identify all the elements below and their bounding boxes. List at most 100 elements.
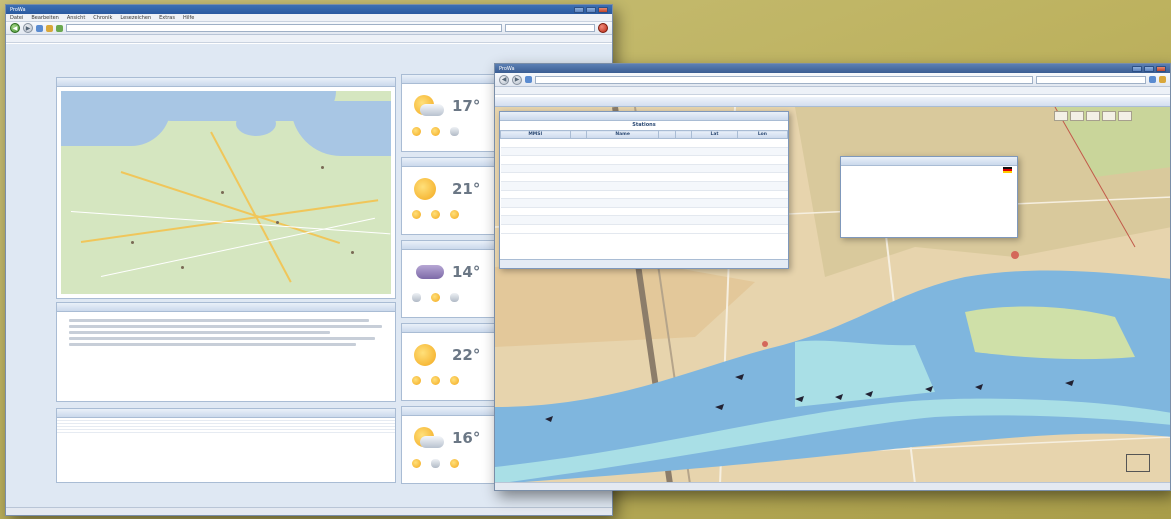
- cloud-icon: [412, 293, 421, 302]
- column-header[interactable]: [674, 130, 693, 139]
- maximize-button[interactable]: [1144, 65, 1154, 72]
- menu-help[interactable]: Hilfe: [183, 15, 194, 21]
- vessel-cell: [675, 172, 692, 182]
- back-icon[interactable]: ◀: [10, 23, 20, 33]
- close-button[interactable]: [1156, 65, 1166, 72]
- vessel-row[interactable]: [500, 181, 788, 191]
- zoom-out-button[interactable]: [1070, 111, 1084, 121]
- home-icon[interactable]: [46, 24, 53, 32]
- vessel-cell: [737, 224, 788, 234]
- city-marker: [351, 251, 354, 254]
- column-header[interactable]: Lat: [691, 130, 738, 139]
- rain-icon: [414, 261, 444, 285]
- links-bar: [6, 35, 612, 43]
- vessel-row[interactable]: [500, 147, 788, 157]
- vessel-list-window[interactable]: Stations MMSI Name Lat Lon: [499, 111, 789, 269]
- maximize-button[interactable]: [586, 6, 596, 13]
- reload-icon[interactable]: [36, 24, 43, 32]
- column-header[interactable]: Lon: [736, 130, 788, 139]
- vessel-cell: [570, 164, 587, 174]
- sun-icon: [431, 293, 440, 302]
- sun-icon: [412, 127, 421, 136]
- bookmark-icon[interactable]: [56, 24, 63, 32]
- sun-icon: [450, 459, 459, 468]
- column-header[interactable]: MMSI: [500, 130, 571, 139]
- weather-card[interactable]: 14°: [401, 240, 499, 318]
- vessel-cell: [737, 138, 788, 148]
- vessel-row[interactable]: [500, 198, 788, 208]
- cloud-icon: [450, 127, 459, 136]
- weather-card-title: [402, 407, 498, 416]
- vessel-cell: [570, 224, 587, 234]
- menu-history[interactable]: Chronik: [93, 15, 112, 21]
- close-button[interactable]: [598, 6, 608, 13]
- region-map[interactable]: [61, 91, 391, 294]
- vessel-cell: [586, 164, 659, 174]
- weather-card[interactable]: 16°: [401, 406, 499, 484]
- menu-edit[interactable]: Bearbeiten: [31, 15, 58, 21]
- vessel-cell: [691, 138, 738, 148]
- news-panel: [56, 302, 396, 402]
- news-panel-title: [57, 303, 395, 312]
- settings-icon[interactable]: [1159, 76, 1166, 83]
- vessel-row[interactable]: [500, 224, 788, 234]
- forward-icon[interactable]: ▶: [512, 74, 522, 85]
- vessel-row[interactable]: [500, 172, 788, 182]
- weather-card[interactable]: 17°: [401, 74, 499, 152]
- vessel-cell: [691, 207, 738, 217]
- weather-card-title: [402, 75, 498, 84]
- vessel-row[interactable]: [500, 207, 788, 217]
- search-input[interactable]: [505, 24, 595, 32]
- minimize-button[interactable]: [574, 6, 584, 13]
- address-bar[interactable]: [66, 24, 502, 32]
- navigation-bar: ◀ ▶: [6, 22, 612, 35]
- layers-button[interactable]: [1118, 111, 1132, 121]
- sea-area: [291, 101, 391, 156]
- table-row[interactable]: [57, 430, 395, 433]
- vessel-cell: [500, 147, 571, 157]
- nautical-map[interactable]: Stations MMSI Name Lat Lon: [495, 107, 1170, 482]
- address-bar[interactable]: [535, 75, 1033, 84]
- pan-button[interactable]: [1086, 111, 1100, 121]
- weather-card[interactable]: 21°: [401, 157, 499, 235]
- back-icon[interactable]: ◀: [499, 74, 509, 85]
- forward-icon[interactable]: ▶: [23, 23, 33, 33]
- news-text-line: [69, 325, 382, 328]
- map-tool-buttons: [1054, 111, 1132, 121]
- reload-icon[interactable]: [525, 76, 532, 83]
- vessel-row[interactable]: [500, 215, 788, 225]
- vessel-row[interactable]: [500, 155, 788, 165]
- vessel-list-titlebar[interactable]: [500, 112, 788, 121]
- vessel-cell: [570, 181, 587, 191]
- stop-icon[interactable]: [598, 23, 608, 33]
- column-header[interactable]: Name: [585, 130, 660, 139]
- road: [100, 217, 375, 277]
- menu-bookmarks[interactable]: Lesezeichen: [120, 15, 151, 21]
- weather-forecast-column: 17° 21° 14° 22° 16°: [401, 74, 499, 489]
- menu-view[interactable]: Ansicht: [67, 15, 85, 21]
- menu-tools[interactable]: Extras: [159, 15, 175, 21]
- forecast-icons: [412, 376, 459, 385]
- city-marker: [131, 241, 134, 244]
- vessel-detail-title[interactable]: [841, 157, 1017, 166]
- search-input[interactable]: [1036, 75, 1146, 84]
- status-bar: [6, 507, 612, 515]
- menu-file[interactable]: Datei: [10, 15, 23, 21]
- zoom-in-button[interactable]: [1054, 111, 1068, 121]
- vessel-row[interactable]: [500, 164, 788, 174]
- vessel-row[interactable]: [500, 138, 788, 148]
- temperature: 16°: [452, 429, 481, 447]
- home-icon[interactable]: [1149, 76, 1156, 83]
- app-toolbar: [495, 97, 1170, 107]
- column-header[interactable]: [569, 130, 587, 139]
- vessel-cell: [586, 172, 659, 182]
- sun-icon: [431, 376, 440, 385]
- map-panel-title: [57, 78, 395, 87]
- vessel-row[interactable]: [500, 190, 788, 200]
- column-header[interactable]: [658, 130, 676, 139]
- measure-button[interactable]: [1102, 111, 1116, 121]
- weather-card[interactable]: 22°: [401, 323, 499, 401]
- minimize-button[interactable]: [1132, 65, 1142, 72]
- vessel-detail-popup[interactable]: [840, 156, 1018, 238]
- vessel-cell: [675, 207, 692, 217]
